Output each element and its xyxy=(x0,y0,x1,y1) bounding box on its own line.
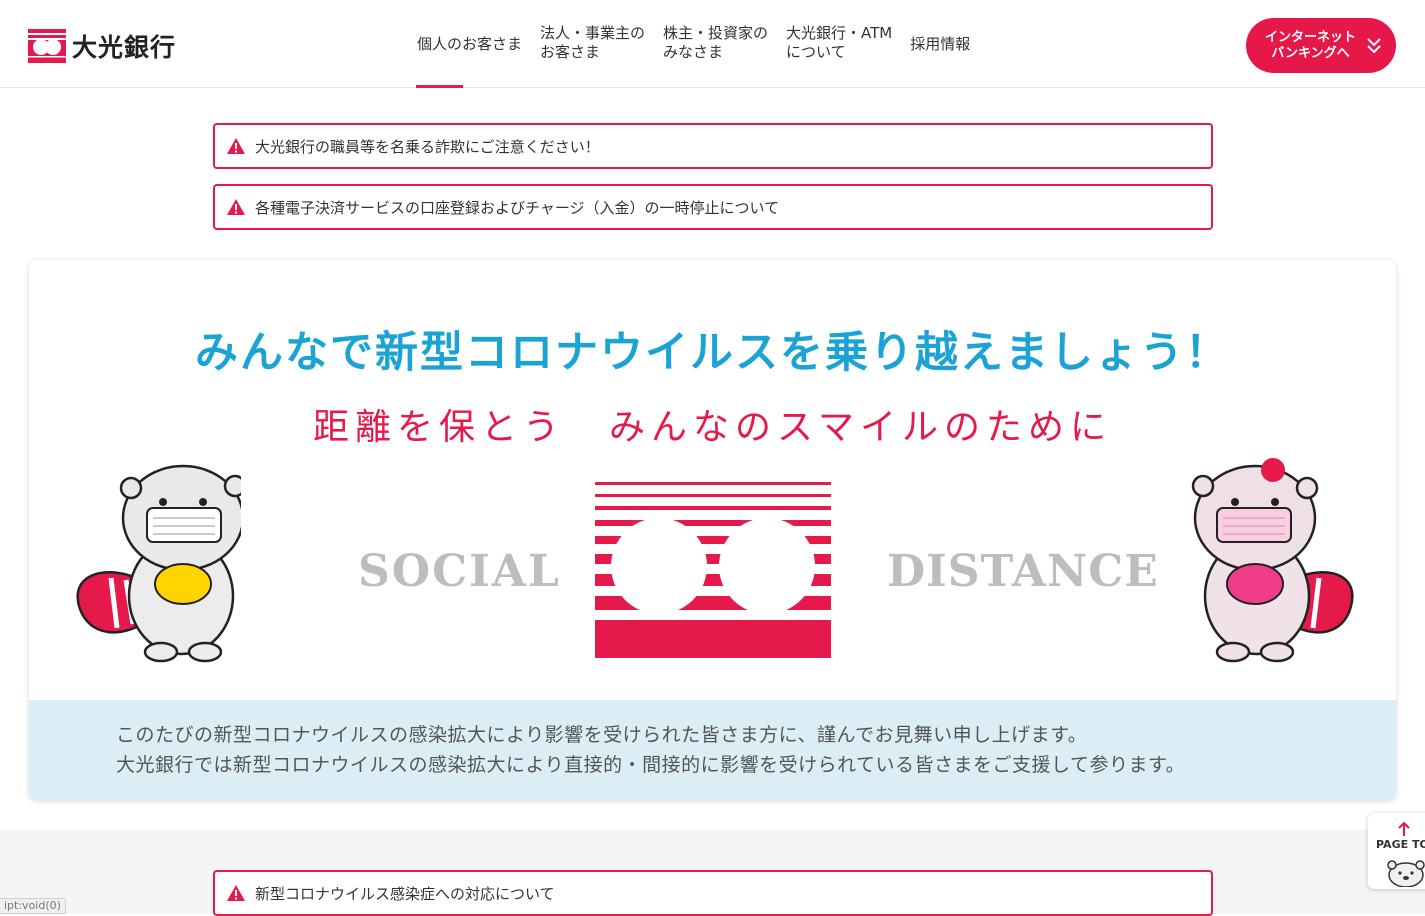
nav-item-investors[interactable]: 株主・投資家の みなさま xyxy=(654,24,777,88)
alert-text: 新型コロナウイルス感染症への対応について xyxy=(255,884,555,903)
banner-message: このたびの新型コロナウイルスの感染拡大により影響を受けられた皆さま方に、謹んでお… xyxy=(29,700,1396,800)
alert-payment-suspension[interactable]: 各種電子決済サービスの口座登録およびチャージ（入金）の一時停止について xyxy=(213,184,1213,230)
otter-face-icon xyxy=(1387,860,1425,887)
alert-text: 大光銀行の職員等を名乗る詐欺にご注意ください！ xyxy=(255,137,600,156)
warning-icon xyxy=(227,199,245,215)
alert-fraud-warning[interactable]: 大光銀行の職員等を名乗る詐欺にご注意ください！ xyxy=(213,123,1213,169)
alert-text: 各種電子決済サービスの口座登録およびチャージ（入金）の一時停止について xyxy=(255,198,780,217)
nav-item-recruit[interactable]: 採用情報 xyxy=(901,24,979,88)
site-header: 大光銀行 個人のお客さま 法人・事業主の お客さま 株主・投資家の みなさま 大… xyxy=(0,0,1425,88)
banner-title: みんなで新型コロナウイルスを乗り越えましょう！ xyxy=(195,328,1230,378)
arrow-up-icon xyxy=(1398,822,1410,836)
banner-subtitle: 距離を保とう みんなのスマイルのために xyxy=(29,398,1396,450)
warning-icon xyxy=(227,885,245,901)
warning-icon xyxy=(227,138,245,154)
banner-message-line1: このたびの新型コロナウイルスの感染拡大により影響を受けられた皆さま方に、謹んでお… xyxy=(116,724,1088,746)
internet-banking-label: インターネット バンキングへ xyxy=(1265,29,1357,61)
distance-logo-icon xyxy=(595,482,831,658)
internet-banking-button[interactable]: インターネット バンキングへ xyxy=(1246,18,1396,73)
global-nav: 個人のお客さま 法人・事業主の お客さま 株主・投資家の みなさま 大光銀行・A… xyxy=(408,24,979,88)
distance-word: DISTANCE xyxy=(887,546,1159,597)
otter-mascot-icon xyxy=(76,464,241,663)
bank-logo-text: 大光銀行 xyxy=(72,33,177,62)
page-top-label: PAGE TO xyxy=(1376,838,1425,851)
banner-message-line2: 大光銀行では新型コロナウイルスの感染拡大により直接的・間接的に影響を受けられてい… xyxy=(116,754,1186,776)
nav-item-corporate[interactable]: 法人・事業主の お客さま xyxy=(531,24,654,88)
bank-logo[interactable]: 大光銀行 xyxy=(28,28,176,64)
banner-subtitle-left: 距離を保とう xyxy=(313,407,566,448)
page-top-button[interactable]: PAGE TO xyxy=(1368,813,1425,889)
bank-logo-mark-icon xyxy=(28,29,66,63)
otter-mascot-pink-icon xyxy=(1191,458,1354,663)
nav-item-about[interactable]: 大光銀行・ATM について xyxy=(777,24,901,88)
social-word: SOCIAL xyxy=(358,546,561,597)
double-chevron-down-icon xyxy=(1367,38,1381,54)
covid-banner[interactable]: みんなで新型コロナウイルスを乗り越えましょう！ 距離を保とう みんなのスマイルのた… xyxy=(29,260,1396,800)
alert-covid-response[interactable]: 新型コロナウイルス感染症への対応について xyxy=(213,870,1213,916)
status-bar-url: ipt:void(0) xyxy=(0,898,66,914)
nav-item-individual[interactable]: 個人のお客さま xyxy=(408,24,531,88)
banner-subtitle-right: みんなのスマイルのために xyxy=(609,407,1112,448)
